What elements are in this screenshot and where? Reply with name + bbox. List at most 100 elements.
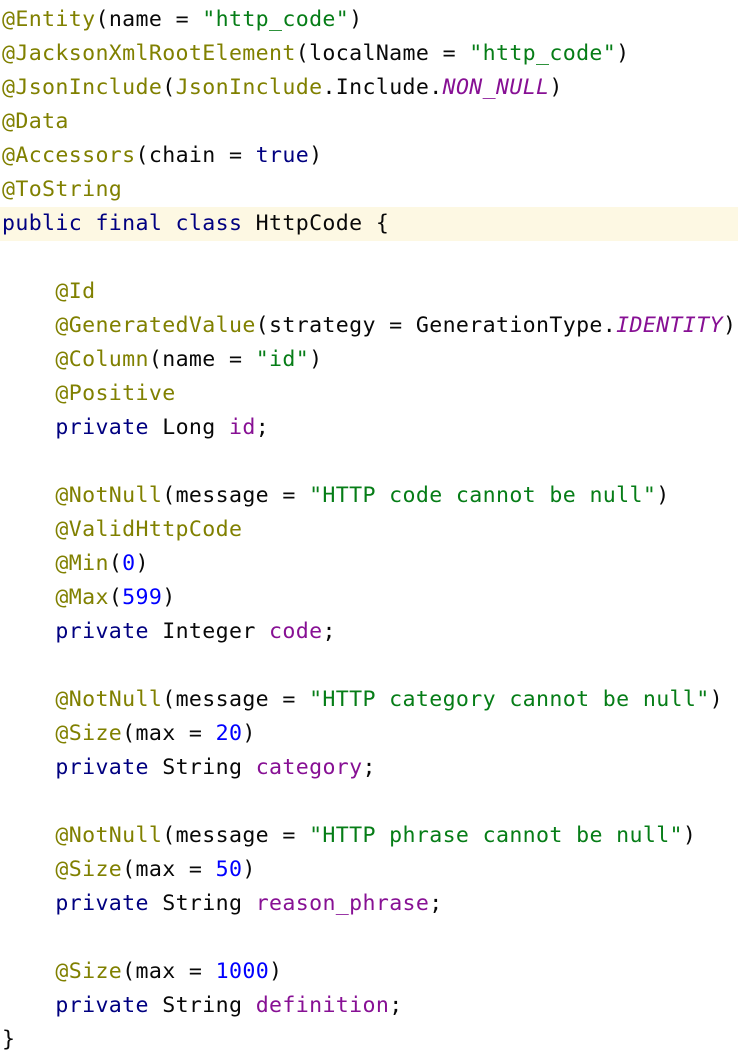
code-line[interactable]: @Accessors(chain = true) [0,139,738,173]
code-line[interactable]: private Integer code; [0,615,738,649]
code-token: ) [549,75,563,100]
number-literal-token: 0 [122,551,136,576]
code-line[interactable]: @JacksonXmlRootElement(localName = "http… [0,37,738,71]
string-literal-token: "http_code" [202,7,350,32]
string-literal-token: "HTTP category cannot be null" [309,687,710,712]
keyword-token: private [55,415,163,440]
annotation-token: @ToString [2,177,123,202]
code-line[interactable]: private String reason_phrase; [0,887,738,921]
code-token: ) [162,585,176,610]
code-line[interactable]: @Size(max = 50) [0,853,738,887]
code-token: ) [309,143,323,168]
annotation-token: @Size [55,857,123,882]
code-line[interactable]: } [0,1023,738,1057]
annotation-token: @Column [55,347,149,372]
string-literal-token: "http_code" [469,41,617,66]
field-name-token: category [255,755,363,780]
code-token: String [162,755,256,780]
code-token: Long [162,415,229,440]
code-line[interactable]: @Id [0,275,738,309]
code-token: ; [362,755,376,780]
code-token: (message = [162,483,310,508]
code-token: ( [108,551,123,576]
field-name-token: definition [255,993,390,1018]
code-line[interactable] [0,649,738,683]
code-token: ) [709,687,723,712]
code-editor[interactable]: @Entity(name = "http_code") @JacksonXmlRo… [0,0,738,1062]
keyword-token: private [55,619,163,644]
code-line[interactable]: @Positive [0,377,738,411]
code-line[interactable]: @Size(max = 1000) [0,955,738,989]
code-line[interactable]: @Entity(name = "http_code") [0,3,738,37]
code-line[interactable]: @NotNull(message = "HTTP code cannot be … [0,479,738,513]
static-constant-token: NON_NULL [442,75,550,100]
keyword-token: private [55,891,163,916]
static-constant-token: IDENTITY [616,313,723,338]
annotation-token: @Accessors [2,143,136,168]
code-line[interactable]: @Column(name = "id") [0,343,738,377]
code-line[interactable] [0,921,738,955]
code-token: ) [242,857,256,882]
code-line[interactable]: @NotNull(message = "HTTP phrase cannot b… [0,819,738,853]
current-line[interactable]: public final class HttpCode { [0,207,738,241]
code-token: ) [242,721,256,746]
code-token: ) [309,347,323,372]
annotation-token: @NotNull [55,483,163,508]
annotation-token: JsonInclude [175,75,323,100]
code-token: ; [429,891,443,916]
code-line[interactable]: @Size(max = 20) [0,717,738,751]
code-line[interactable] [0,241,738,275]
code-token: String [162,891,256,916]
annotation-token: @Size [55,721,123,746]
code-line[interactable]: private Long id; [0,411,738,445]
code-line[interactable]: @Min(0) [0,547,738,581]
annotation-token: @JsonInclude [2,75,163,100]
code-token: (message = [162,687,310,712]
annotation-token: @GeneratedValue [55,313,256,338]
annotation-token: @Size [55,959,123,984]
code-line[interactable]: @ToString [0,173,738,207]
code-token: .Include. [322,75,443,100]
code-token: ( [162,75,176,100]
keyword-token: public final class [2,211,256,236]
code-token: ) [269,959,283,984]
code-line[interactable]: @NotNull(message = "HTTP category cannot… [0,683,738,717]
code-line[interactable]: @JsonInclude(JsonInclude.Include.NON_NUL… [0,71,738,105]
code-line[interactable]: @GeneratedValue(strategy = GenerationTyp… [0,309,738,343]
code-token: Integer [162,619,270,644]
code-token: ) [616,41,630,66]
annotation-token: @Id [55,279,96,304]
code-line[interactable]: @ValidHttpCode [0,513,738,547]
code-line[interactable] [0,445,738,479]
code-line[interactable] [0,785,738,819]
code-token: (localName = [295,41,470,66]
code-token: ) [135,551,149,576]
code-line[interactable]: private String category; [0,751,738,785]
code-token: ) [656,483,670,508]
code-line[interactable]: @Data [0,105,738,139]
annotation-token: @NotNull [55,687,163,712]
code-token: ) [682,823,697,848]
code-token: (max = [122,857,216,882]
annotation-token: @Max [55,585,109,610]
string-literal-token: "HTTP phrase cannot be null" [309,823,683,848]
annotation-token: @Min [55,551,109,576]
number-literal-token: 1000 [215,959,270,984]
code-line[interactable]: private String definition; [0,989,738,1023]
annotation-token: @NotNull [55,823,163,848]
code-line[interactable]: @Max(599) [0,581,738,615]
annotation-token: @ValidHttpCode [55,517,243,542]
code-token: (max = [122,721,216,746]
